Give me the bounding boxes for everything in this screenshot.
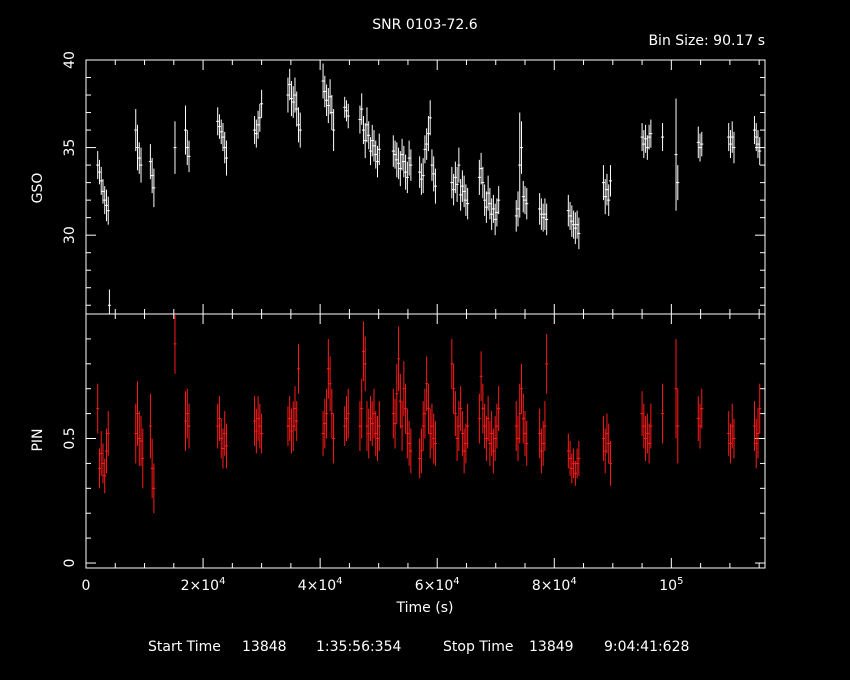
gso-y-tick-label: 40 — [62, 51, 78, 69]
footer-stop-label: Stop Time — [443, 639, 514, 655]
pin-axis-label: PIN — [30, 428, 46, 451]
bin-size-label: Bin Size: 90.17 s — [648, 33, 765, 49]
x-tick-label: 4×104 — [298, 576, 343, 594]
pin-panel: 0 0.5 0 2×104 4×104 6×104 8×104 105 — [62, 313, 766, 594]
x-axis-label: Time (s) — [396, 600, 454, 616]
x-tick-label: 2×104 — [181, 576, 226, 594]
pin-frame — [85, 313, 766, 569]
lightcurve-chart: SNR 0103-72.6 Bin Size: 90.17 s 30 35 40 0… — [30, 17, 766, 655]
footer-start-label: Start Time — [148, 639, 221, 655]
x-tick-label: 0 — [82, 578, 91, 594]
footer-start-day: 13848 — [242, 639, 287, 655]
x-tick-label: 105 — [659, 576, 683, 594]
footer-start-time: 1:35:56:354 — [316, 639, 402, 655]
x-tick-label: 6×104 — [415, 576, 460, 594]
chart-title: SNR 0103-72.6 — [372, 17, 477, 33]
footer-stop-time: 9:04:41:628 — [604, 639, 689, 655]
pin-y-tick-label: 0 — [62, 559, 78, 568]
gso-y-tick-label: 30 — [62, 226, 78, 244]
gso-y-tick-label: 35 — [62, 139, 78, 157]
pin-y-tick-label: 0.5 — [62, 427, 78, 449]
gso-frame — [85, 59, 766, 315]
footer-stop-day: 13849 — [529, 639, 574, 655]
gso-panel: 30 35 40 — [62, 51, 766, 315]
x-tick-label: 8×104 — [532, 576, 577, 594]
gso-axis-label: GSO — [30, 173, 46, 204]
